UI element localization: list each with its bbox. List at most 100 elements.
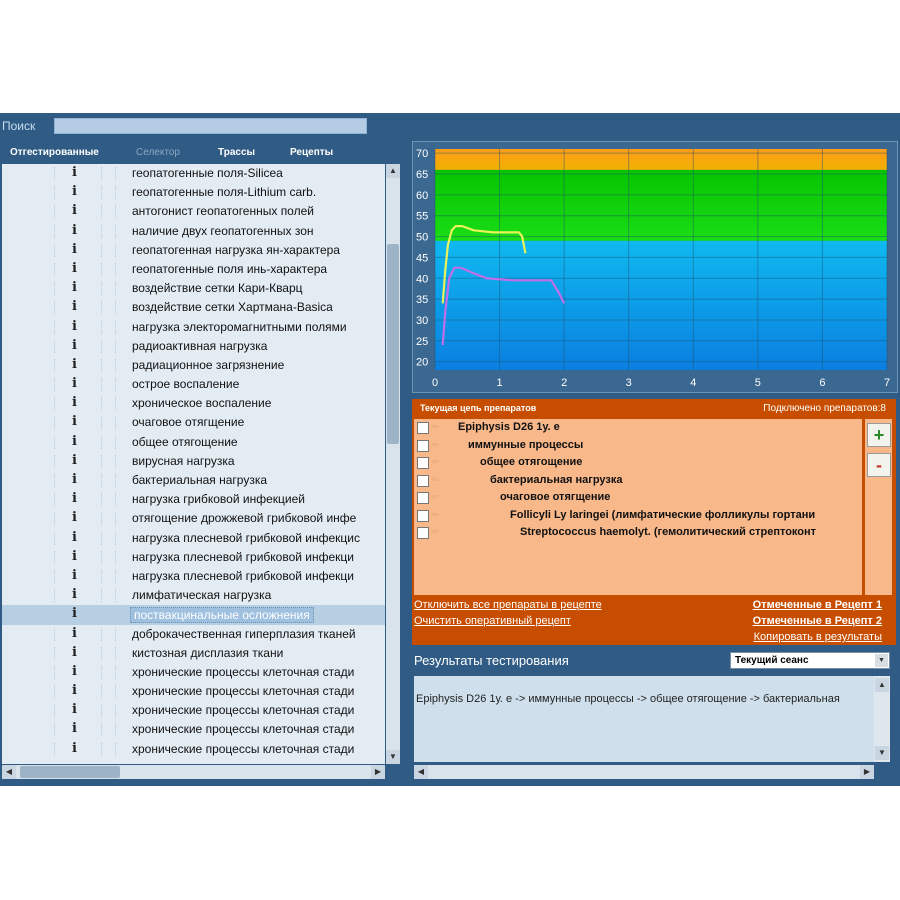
- list-item[interactable]: i хронические процессы клеточная стади: [2, 740, 385, 759]
- info-icon[interactable]: i: [72, 510, 77, 525]
- list-item[interactable]: i хронические процессы клеточная стади: [2, 682, 385, 701]
- list-item[interactable]: i очаговое отягщение: [2, 413, 385, 432]
- chain-item[interactable]: ▫▫ Follicyli Ly laringei (лимфатические ф…: [414, 507, 862, 525]
- list-item[interactable]: i острое воспаление: [2, 375, 385, 394]
- chevron-down-icon[interactable]: ▼: [875, 654, 888, 667]
- list-horizontal-scrollbar[interactable]: ◀ ▶: [2, 765, 385, 779]
- list-item[interactable]: i радиационное загрязнение: [2, 356, 385, 375]
- list-item[interactable]: i радиоактивная нагрузка: [2, 337, 385, 356]
- clear-recipe-link[interactable]: Очистить оперативный рецепт: [414, 615, 571, 627]
- scroll-down-arrow-icon[interactable]: ▼: [386, 750, 400, 764]
- info-icon[interactable]: i: [72, 280, 77, 295]
- scroll-thumb[interactable]: [387, 244, 399, 444]
- hscroll-thumb[interactable]: [20, 766, 120, 778]
- scroll-up-arrow-icon[interactable]: ▲: [386, 164, 400, 178]
- scroll-right-arrow-icon[interactable]: ▶: [860, 765, 874, 779]
- info-icon[interactable]: i: [72, 702, 77, 717]
- list-vertical-scrollbar[interactable]: ▲ ▼: [386, 164, 400, 764]
- list-item[interactable]: i геопатогенные поля-Silicea: [2, 164, 385, 183]
- info-icon[interactable]: i: [72, 491, 77, 506]
- list-item[interactable]: i лимфатическая нагрузка: [2, 586, 385, 605]
- list-item[interactable]: i общее отягощение: [2, 433, 385, 452]
- info-icon[interactable]: i: [72, 184, 77, 199]
- tab-recipes[interactable]: Рецепты: [290, 147, 333, 158]
- scroll-up-arrow-icon[interactable]: ▲: [875, 678, 889, 692]
- tab-tested[interactable]: Отгестированные: [10, 147, 99, 158]
- list-item[interactable]: i вирусная нагрузка: [2, 452, 385, 471]
- list-item[interactable]: i хроническое воспаление: [2, 394, 385, 413]
- info-icon[interactable]: i: [72, 741, 77, 756]
- info-icon[interactable]: i: [72, 357, 77, 372]
- list-item[interactable]: i геопатогенная нагрузка ян-характера: [2, 241, 385, 260]
- chain-item[interactable]: ▫▫ бактериальная нагрузка: [414, 472, 862, 490]
- info-icon[interactable]: i: [72, 434, 77, 449]
- list-item[interactable]: i нагрузка плесневой грибковой инфекцис: [2, 529, 385, 548]
- list-item[interactable]: i доброкачественная гиперплазия тканей: [2, 625, 385, 644]
- chain-item-checkbox[interactable]: [417, 527, 429, 539]
- copy-results-link[interactable]: Копировать в результаты: [754, 631, 882, 643]
- info-icon[interactable]: i: [72, 721, 77, 736]
- results-horizontal-scrollbar[interactable]: ◀ ▶: [414, 765, 874, 779]
- chain-item[interactable]: ▫▫ очаговое отягщение: [414, 489, 862, 507]
- info-icon[interactable]: i: [72, 242, 77, 257]
- disable-all-link[interactable]: Отключить все препараты в рецепте: [414, 599, 602, 611]
- search-input[interactable]: [54, 118, 367, 134]
- list-item[interactable]: i отягощение дрожжевой грибковой инфе: [2, 509, 385, 528]
- list-item[interactable]: i нагрузка плесневой грибковой инфекци: [2, 567, 385, 586]
- list-item[interactable]: i воздействие сетки Кари-Кварц: [2, 279, 385, 298]
- info-icon[interactable]: i: [72, 645, 77, 660]
- remove-remedy-button[interactable]: -: [867, 453, 891, 477]
- info-icon[interactable]: i: [72, 203, 77, 218]
- scroll-left-arrow-icon[interactable]: ◀: [2, 765, 16, 779]
- info-icon[interactable]: i: [72, 414, 77, 429]
- recipe1-link[interactable]: Отмеченные в Рецепт 1: [753, 599, 882, 611]
- list-item[interactable]: i наличие двух геопатогенных зон: [2, 222, 385, 241]
- info-icon[interactable]: i: [72, 338, 77, 353]
- chain-item[interactable]: ▫▫ Epiphysis D26 1у. е: [414, 419, 862, 437]
- chain-item-checkbox[interactable]: [417, 422, 429, 434]
- chain-item-checkbox[interactable]: [417, 492, 429, 504]
- tab-traces[interactable]: Трассы: [218, 147, 255, 158]
- scroll-right-arrow-icon[interactable]: ▶: [371, 765, 385, 779]
- info-icon[interactable]: i: [72, 606, 77, 621]
- list-item[interactable]: i воздействие сетки Хартмана-Basica: [2, 298, 385, 317]
- info-icon[interactable]: i: [72, 472, 77, 487]
- info-icon[interactable]: i: [72, 376, 77, 391]
- info-icon[interactable]: i: [72, 395, 77, 410]
- results-text-area[interactable]: Epiphysis D26 1у. е -> иммунные процессы…: [414, 676, 874, 762]
- info-icon[interactable]: i: [72, 261, 77, 276]
- info-icon[interactable]: i: [72, 319, 77, 334]
- list-item[interactable]: i поствакцинальные осложнения: [2, 605, 385, 625]
- list-item[interactable]: i нагрузка электоромагнитными полями: [2, 318, 385, 337]
- list-item[interactable]: i геопатогенные поля инь-характера: [2, 260, 385, 279]
- list-item[interactable]: i хронические процессы клеточная стади: [2, 720, 385, 739]
- list-item[interactable]: i нагрузка плесневой грибковой инфекци: [2, 548, 385, 567]
- info-icon[interactable]: i: [72, 165, 77, 180]
- add-remedy-button[interactable]: +: [867, 423, 891, 447]
- chain-item-checkbox[interactable]: [417, 474, 429, 487]
- info-icon[interactable]: i: [72, 453, 77, 468]
- info-icon[interactable]: i: [72, 530, 77, 545]
- info-icon[interactable]: i: [72, 549, 77, 564]
- chain-item-checkbox[interactable]: [417, 439, 429, 452]
- info-icon[interactable]: i: [72, 223, 77, 238]
- info-icon[interactable]: i: [72, 664, 77, 679]
- session-select[interactable]: Текущий сеанс ▼: [730, 652, 890, 669]
- chain-item-checkbox[interactable]: [417, 509, 429, 522]
- list-item[interactable]: i антогонист геопатогенных полей: [2, 202, 385, 221]
- list-item[interactable]: i хронические процессы клеточная стади: [2, 701, 385, 720]
- info-icon[interactable]: i: [72, 626, 77, 641]
- scroll-left-arrow-icon[interactable]: ◀: [414, 765, 428, 779]
- list-item[interactable]: i хронические процессы клеточная стади: [2, 663, 385, 682]
- info-icon[interactable]: i: [72, 683, 77, 698]
- scroll-down-arrow-icon[interactable]: ▼: [875, 746, 889, 760]
- chain-item[interactable]: ▫▫ иммунные процессы: [414, 437, 862, 455]
- chain-item[interactable]: ▫▫ Streptococcus haemolyt. (гемолитически…: [414, 524, 862, 542]
- results-vertical-scrollbar[interactable]: ▲ ▼: [874, 676, 890, 762]
- chain-item[interactable]: ▫▫ общее отягощение: [414, 454, 862, 472]
- info-icon[interactable]: i: [72, 299, 77, 314]
- chain-item-checkbox[interactable]: [417, 457, 429, 469]
- info-icon[interactable]: i: [72, 568, 77, 583]
- recipe2-link[interactable]: Отмеченные в Рецепт 2: [753, 615, 882, 627]
- list-item[interactable]: i бактериальная нагрузка: [2, 471, 385, 490]
